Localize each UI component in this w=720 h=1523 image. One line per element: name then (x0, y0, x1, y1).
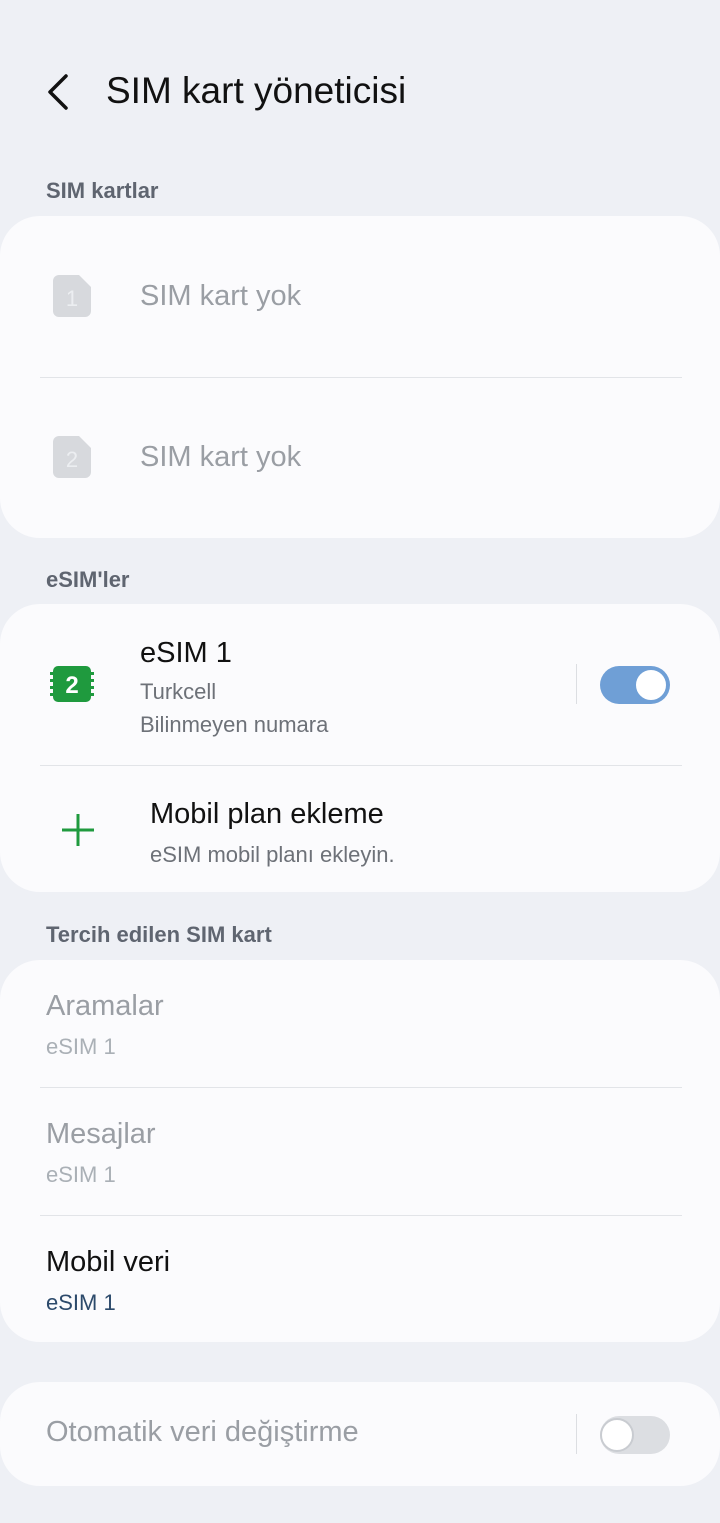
add-plan-title: Mobil plan ekleme (150, 798, 384, 830)
messages-value: eSIM 1 (46, 1162, 116, 1187)
section-label-sim-cards: SIM kartlar (46, 178, 159, 203)
sim-card-slot-1-icon: 1 (53, 275, 91, 317)
toggle-knob (634, 668, 668, 702)
sim-cards-card: 1 SIM kart yok 2 SIM kart yok (0, 216, 720, 538)
esim-1-row[interactable]: 2 eSIM 1 Turkcell Bilinmeyen numara (0, 604, 720, 764)
preferred-messages-row[interactable]: Mesajlar eSIM 1 (0, 1088, 720, 1215)
svg-text:1: 1 (66, 286, 78, 311)
back-button[interactable] (40, 70, 80, 114)
preferred-sim-card: Aramalar eSIM 1 Mesajlar eSIM 1 Mobil ve… (0, 960, 720, 1342)
sim-slot-1-status: SIM kart yok (140, 280, 302, 312)
sim-card-slot-2-icon: 2 (53, 436, 91, 478)
toggle-knob (600, 1418, 634, 1452)
svg-text:2: 2 (66, 447, 78, 472)
mobile-data-label: Mobil veri (46, 1246, 171, 1278)
svg-text:2: 2 (65, 672, 78, 699)
top-bar: SIM kart yöneticisi (0, 50, 720, 134)
plus-icon (60, 812, 96, 848)
calls-value: eSIM 1 (46, 1034, 116, 1059)
auto-data-switch-card[interactable]: Otomatik veri değiştirme (0, 1382, 720, 1486)
vertical-separator (576, 1414, 577, 1454)
preferred-calls-row[interactable]: Aramalar eSIM 1 (0, 960, 720, 1087)
sim-slot-2-row[interactable]: 2 SIM kart yok (0, 378, 720, 538)
esim-number: Bilinmeyen numara (140, 712, 329, 737)
esim-chip-icon: 2 (50, 666, 94, 702)
calls-label: Aramalar (46, 990, 164, 1022)
page-title: SIM kart yöneticisi (106, 70, 407, 111)
add-mobile-plan-row[interactable]: Mobil plan ekleme eSIM mobil planı ekley… (0, 766, 720, 892)
esim-1-toggle[interactable] (600, 666, 670, 704)
messages-label: Mesajlar (46, 1118, 156, 1150)
esim-carrier: Turkcell (140, 679, 217, 704)
section-label-preferred-sim: Tercih edilen SIM kart (46, 922, 272, 947)
add-plan-subtitle: eSIM mobil planı ekleyin. (150, 842, 395, 867)
auto-data-switch-toggle[interactable] (600, 1416, 670, 1454)
vertical-separator (576, 664, 577, 704)
chevron-left-icon (48, 74, 68, 110)
section-label-esims: eSIM'ler (46, 567, 130, 592)
sim-slot-2-status: SIM kart yok (140, 441, 302, 473)
mobile-data-value: eSIM 1 (46, 1290, 116, 1315)
sim-slot-1-row[interactable]: 1 SIM kart yok (0, 216, 720, 377)
esim-name: eSIM 1 (140, 637, 232, 669)
auto-data-switch-label: Otomatik veri değiştirme (46, 1416, 359, 1448)
esim-card: 2 eSIM 1 Turkcell Bilinmeyen numara Mobi… (0, 604, 720, 892)
preferred-mobile-data-row[interactable]: Mobil veri eSIM 1 (0, 1216, 720, 1342)
